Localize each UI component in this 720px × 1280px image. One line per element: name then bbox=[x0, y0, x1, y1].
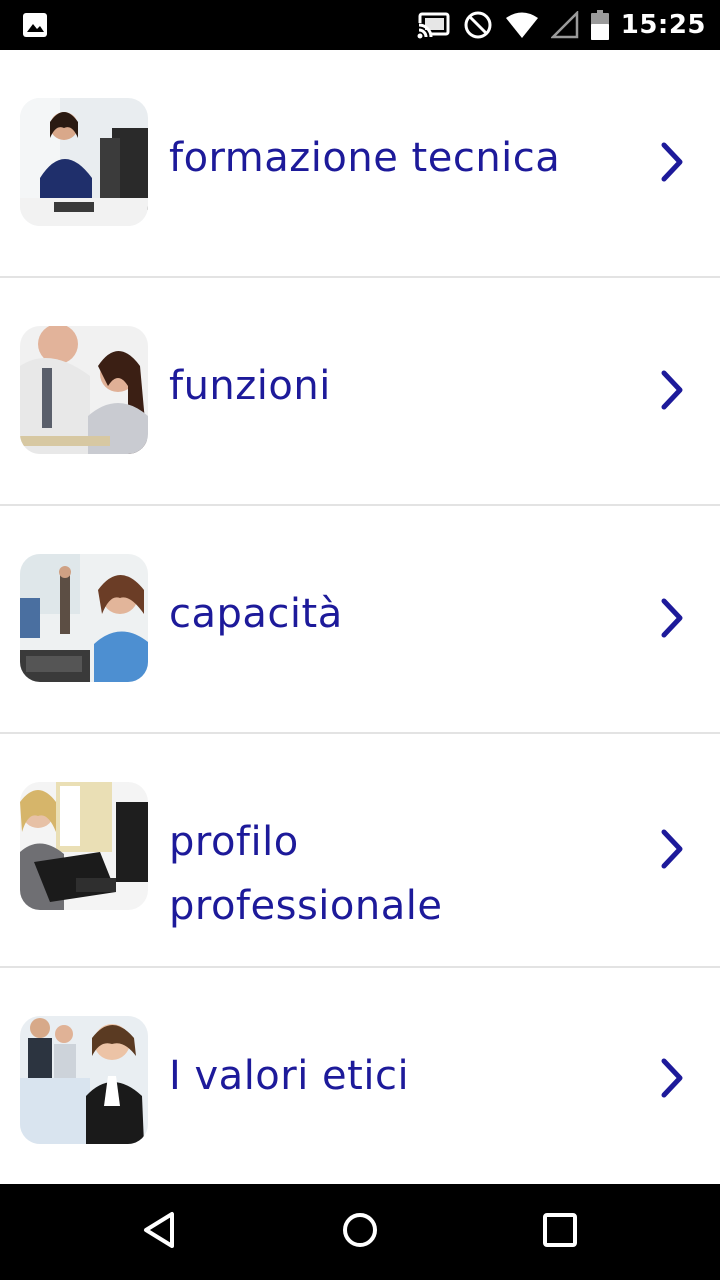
wifi-icon bbox=[505, 11, 539, 39]
home-button[interactable] bbox=[300, 1184, 420, 1280]
image-icon bbox=[22, 12, 48, 38]
thumbnail-image bbox=[20, 1016, 148, 1144]
chevron-right-icon bbox=[656, 141, 688, 183]
menu-item-profilo-professionale[interactable]: profilo professionale bbox=[0, 734, 720, 968]
menu-item-label: capacità bbox=[169, 591, 343, 637]
menu-list: formazione tecnica funzioni capacità pro… bbox=[0, 50, 720, 1184]
thumbnail-image bbox=[20, 326, 148, 454]
menu-item-capacita[interactable]: capacità bbox=[0, 506, 720, 734]
back-button[interactable] bbox=[100, 1184, 220, 1280]
recents-button[interactable] bbox=[500, 1184, 620, 1280]
menu-item-valori-etici[interactable]: I valori etici bbox=[0, 968, 720, 1184]
chevron-right-icon bbox=[656, 369, 688, 411]
signal-icon bbox=[550, 11, 579, 39]
home-icon bbox=[340, 1210, 380, 1254]
back-icon bbox=[140, 1210, 180, 1254]
do-not-disturb-icon bbox=[463, 10, 493, 40]
chevron-right-icon bbox=[656, 828, 688, 870]
menu-item-label: funzioni bbox=[169, 363, 331, 409]
navigation-bar bbox=[0, 1184, 720, 1280]
chevron-right-icon bbox=[656, 597, 688, 639]
menu-item-formazione-tecnica[interactable]: formazione tecnica bbox=[0, 50, 720, 278]
chevron-right-icon bbox=[656, 1057, 688, 1099]
menu-item-funzioni[interactable]: funzioni bbox=[0, 278, 720, 506]
battery-icon bbox=[590, 10, 609, 40]
status-bar: 15:25 bbox=[0, 0, 720, 50]
clock: 15:25 bbox=[620, 10, 706, 40]
menu-item-label: formazione tecnica bbox=[169, 135, 561, 181]
thumbnail-image bbox=[20, 98, 148, 226]
recents-icon bbox=[540, 1210, 580, 1254]
thumbnail-image bbox=[20, 554, 148, 682]
menu-item-label: profilo professionale bbox=[169, 819, 443, 929]
cast-icon bbox=[416, 11, 451, 39]
thumbnail-image bbox=[20, 782, 148, 910]
menu-item-label: I valori etici bbox=[169, 1053, 410, 1099]
